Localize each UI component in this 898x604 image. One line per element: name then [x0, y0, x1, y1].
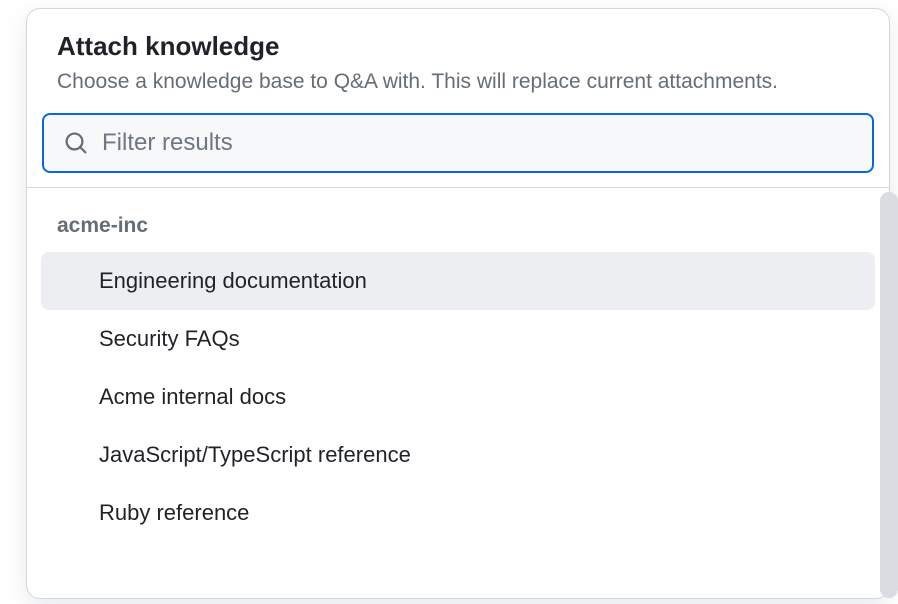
results-group-label: acme-inc — [41, 206, 875, 252]
search-icon — [64, 131, 88, 155]
dialog-header: Attach knowledge Choose a knowledge base… — [27, 9, 889, 113]
knowledge-base-label: Security FAQs — [99, 326, 240, 352]
attach-knowledge-dialog: Attach knowledge Choose a knowledge base… — [26, 8, 890, 599]
knowledge-base-item[interactable]: Engineering documentation — [41, 252, 875, 310]
search-container — [27, 113, 889, 187]
knowledge-base-item[interactable]: Ruby reference — [41, 484, 875, 542]
results-list: acme-inc Engineering documentation Secur… — [27, 188, 889, 560]
search-box[interactable] — [42, 113, 874, 173]
knowledge-base-item[interactable]: JavaScript/TypeScript reference — [41, 426, 875, 484]
scrollbar-track[interactable] — [880, 192, 898, 598]
dialog-title: Attach knowledge — [57, 31, 859, 62]
results-scroll[interactable]: acme-inc Engineering documentation Secur… — [27, 188, 889, 598]
scrollbar-thumb[interactable] — [880, 192, 898, 598]
knowledge-base-item[interactable]: Acme internal docs — [41, 368, 875, 426]
knowledge-base-item[interactable]: Security FAQs — [41, 310, 875, 368]
knowledge-base-label: Acme internal docs — [99, 384, 286, 410]
knowledge-base-label: JavaScript/TypeScript reference — [99, 442, 411, 468]
filter-input[interactable] — [102, 129, 852, 157]
knowledge-base-label: Ruby reference — [99, 500, 249, 526]
knowledge-base-label: Engineering documentation — [99, 268, 367, 294]
dialog-subtitle: Choose a knowledge base to Q&A with. Thi… — [57, 68, 859, 95]
